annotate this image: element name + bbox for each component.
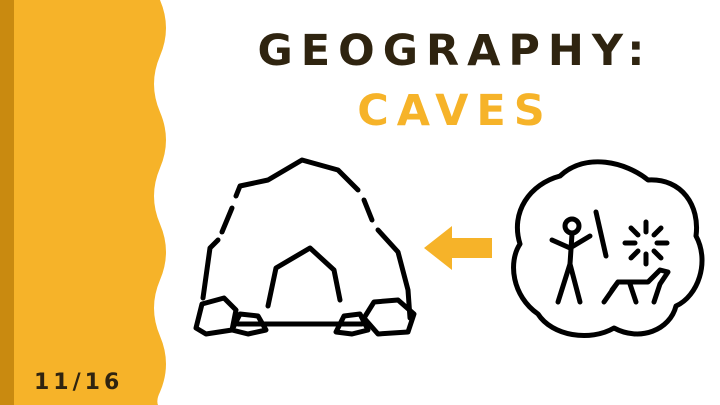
cave-icon [193, 157, 417, 337]
cave-painting-icon [511, 159, 705, 338]
arrow-left-icon [424, 226, 492, 270]
illustration [193, 157, 705, 338]
